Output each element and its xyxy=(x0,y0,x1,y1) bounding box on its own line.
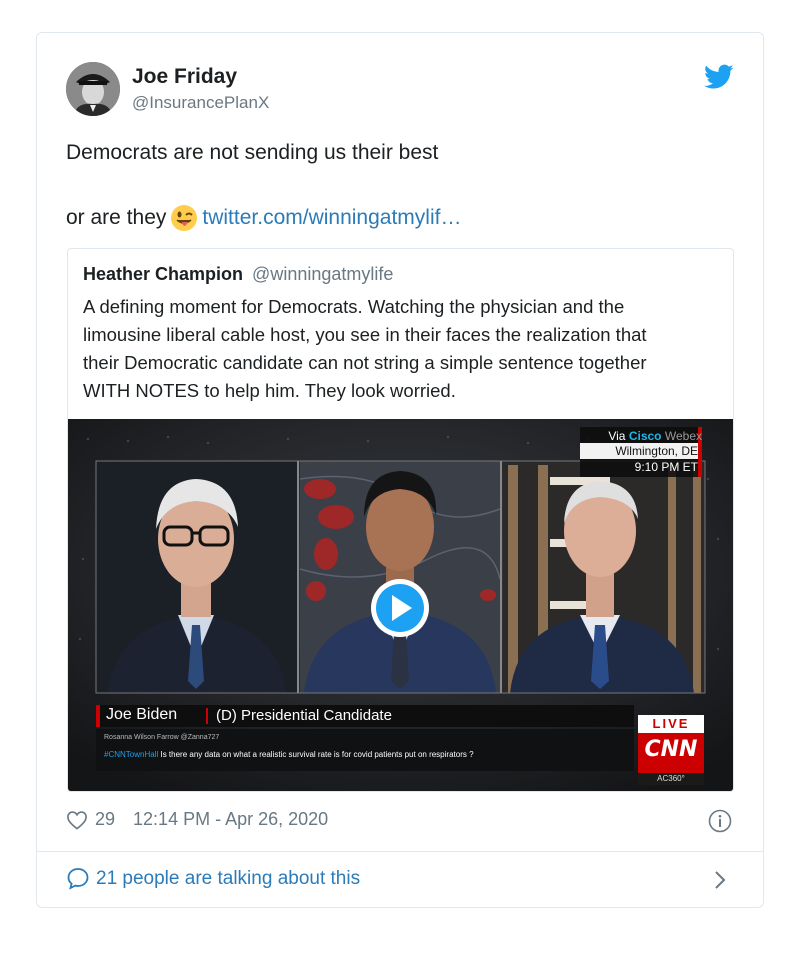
cnn-logo: CNN xyxy=(644,737,698,762)
quoted-body-line: limousine liberal cable host, you see in… xyxy=(83,324,647,345)
winking-tongue-emoji-icon xyxy=(171,205,198,231)
avatar-image xyxy=(66,62,120,116)
author-name[interactable]: Joe Friday xyxy=(132,65,237,89)
ticker-user: Rosanna Wilson Farrow @Zanna727 xyxy=(104,734,220,741)
conversation-label[interactable]: 21 people are talking about this xyxy=(96,868,360,890)
tweet-text-prefix: or are they xyxy=(66,206,167,229)
embedded-tweet-card[interactable]: Joe Friday @InsurancePlanX Democrats are… xyxy=(36,32,764,908)
conversation-link[interactable]: 21 people are talking about this xyxy=(66,867,360,890)
ticker-line: #CNNTownHall Is there any data on what a… xyxy=(104,750,474,759)
author-handle[interactable]: @InsurancePlanX xyxy=(132,93,269,113)
show-label: AC360° xyxy=(657,774,685,783)
time-label: 9:10 PM ET xyxy=(634,460,698,474)
video-thumbnail[interactable]: Via Cisco Webex Wilmington, DE 9:10 PM E… xyxy=(68,419,733,791)
live-label: LIVE xyxy=(652,716,690,731)
via-brand: Cisco xyxy=(628,429,662,443)
quoted-body-line: their Democratic candidate can not strin… xyxy=(83,352,647,373)
quoted-tweet-header: Heather Champion @winningatmylife xyxy=(83,264,393,285)
chevron-right-icon[interactable] xyxy=(712,869,728,891)
quoted-author-handle: @winningatmylife xyxy=(252,264,394,284)
lower-third-role: (D) Presidential Candidate xyxy=(216,707,392,724)
quoted-tweet-link[interactable]: twitter.com/winningatmylif… xyxy=(202,206,461,230)
quoted-body-line: WITH NOTES to help him. They look worrie… xyxy=(83,380,456,401)
footer-divider xyxy=(37,851,763,852)
ticker-text: Is there any data on what a realistic su… xyxy=(160,750,474,759)
like-count[interactable]: 29 xyxy=(95,809,115,830)
tweet-timestamp[interactable]: 12:14 PM - Apr 26, 2020 xyxy=(133,809,328,830)
heart-icon[interactable] xyxy=(66,810,88,830)
quoted-body-line: A defining moment for Democrats. Watchin… xyxy=(83,296,625,317)
tweet-meta: 29 12:14 PM - Apr 26, 2020 xyxy=(66,809,328,830)
via-webex-label: Via Cisco Webex xyxy=(590,429,702,443)
quoted-author-name: Heather Champion xyxy=(83,264,244,284)
ticker-hashtag: #CNNTownHall xyxy=(104,750,159,759)
tweet-text-line2: or are they twitter.com/winningatmylif… xyxy=(66,204,461,232)
twitter-bird-icon[interactable] xyxy=(704,64,734,90)
lower-third-name: Joe Biden xyxy=(106,706,178,723)
quoted-tweet-body: A defining moment for Democrats. Watchin… xyxy=(83,293,728,405)
quoted-tweet[interactable]: Heather Champion @winningatmylife A defi… xyxy=(67,248,734,792)
tweet-text-line1: Democrats are not sending us their best xyxy=(66,141,439,164)
speech-bubble-icon xyxy=(67,868,89,890)
via-prefix: Via xyxy=(608,429,626,443)
via-suffix: Webex xyxy=(664,429,702,443)
location-label: Wilmington, DE xyxy=(615,444,698,458)
author-avatar[interactable] xyxy=(66,62,120,116)
info-icon[interactable] xyxy=(708,809,732,833)
play-button-icon[interactable] xyxy=(371,579,429,637)
